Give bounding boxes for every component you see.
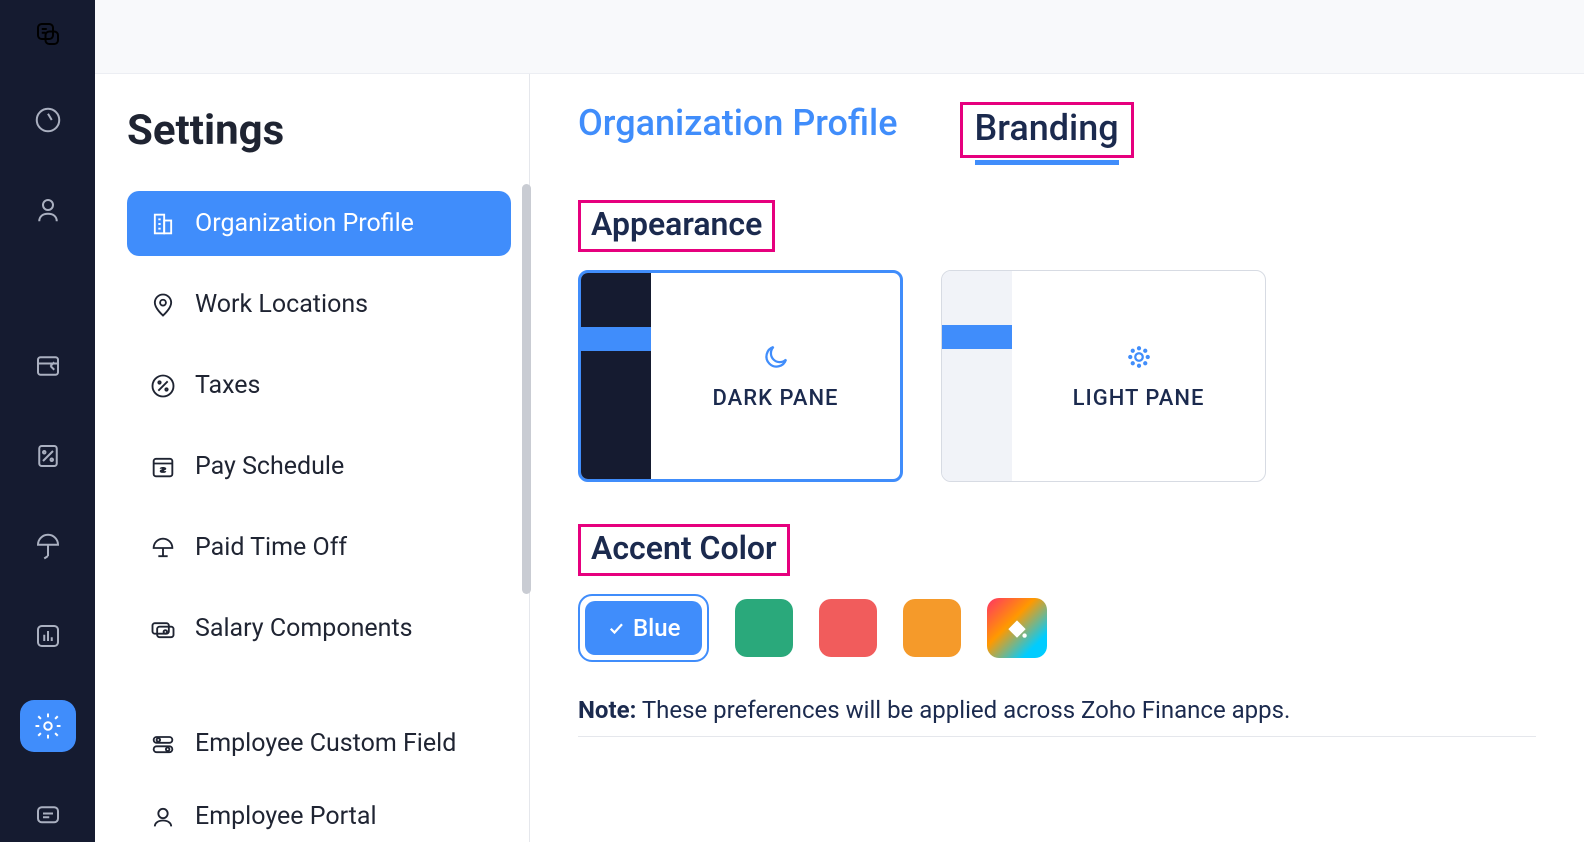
swatch-custom-color[interactable]: [987, 598, 1047, 658]
rail-payouts[interactable]: [20, 340, 76, 392]
sidebar-item-label: Taxes: [195, 371, 260, 400]
content: Settings Organization Profile Work Locat…: [95, 74, 1584, 842]
pane-dark-preview: [581, 273, 651, 479]
scrollbar[interactable]: [522, 184, 531, 594]
pane-light-label: LIGHT PANE: [1073, 386, 1205, 411]
accent-swatches: Blue: [578, 594, 1536, 662]
cash-icon: [149, 615, 177, 643]
divider: [578, 736, 1536, 737]
note-text: These preferences will be applied across…: [636, 696, 1290, 724]
note-prefix: Note:: [578, 696, 636, 724]
pane-light-option[interactable]: LIGHT PANE: [941, 270, 1266, 482]
left-rail: [0, 0, 95, 842]
rail-reports[interactable]: [20, 610, 76, 662]
pane-dark-label: DARK PANE: [713, 386, 839, 411]
sidebar-item-work-locations[interactable]: Work Locations: [127, 272, 511, 337]
highlight-branding: Branding: [960, 102, 1134, 158]
sidebar-item-taxes[interactable]: Taxes: [127, 353, 511, 418]
highlight-appearance: Appearance: [578, 200, 775, 252]
sidebar-item-employee-portal[interactable]: Employee Portal: [127, 784, 511, 849]
app-logo-icon[interactable]: [24, 12, 72, 57]
app-root: Settings Organization Profile Work Locat…: [0, 0, 1584, 842]
settings-title: Settings: [127, 106, 511, 155]
sidebar-item-pay-schedule[interactable]: Pay Schedule: [127, 434, 511, 499]
sidebar-item-salary-components[interactable]: Salary Components: [127, 596, 511, 661]
tabs: Organization Profile Branding: [578, 102, 1536, 160]
moon-icon: [761, 342, 791, 372]
tab-organization-profile[interactable]: Organization Profile: [578, 102, 898, 160]
preferences-note: Note: These preferences will be applied …: [578, 696, 1536, 724]
rail-taxes[interactable]: [20, 430, 76, 482]
highlight-accent-color: Accent Color: [578, 524, 790, 576]
sidebar-item-paid-time-off[interactable]: Paid Time Off: [127, 515, 511, 580]
percent-icon: [149, 372, 177, 400]
sidebar-item-organization-profile[interactable]: Organization Profile: [127, 191, 511, 256]
topbar: [95, 0, 1584, 74]
map-pin-icon: [149, 291, 177, 319]
swatch-blue[interactable]: Blue: [578, 594, 709, 662]
rail-dashboard[interactable]: [20, 95, 76, 147]
building-icon: [149, 210, 177, 238]
sidebar-item-label: Employee Custom Field: [195, 729, 456, 758]
rail-chat[interactable]: [20, 790, 76, 842]
sidebar-item-label: Employee Portal: [195, 802, 377, 831]
sidebar-item-label: Paid Time Off: [195, 533, 347, 562]
sidebar-item-label: Work Locations: [195, 290, 368, 319]
settings-sidebar: Settings Organization Profile Work Locat…: [95, 74, 530, 842]
sidebar-item-label: Salary Components: [195, 614, 413, 643]
swatch-green[interactable]: [735, 599, 793, 657]
sidebar-item-label: Organization Profile: [195, 209, 414, 238]
main-panel: Organization Profile Branding Appearance: [530, 74, 1584, 842]
section-accent-title: Accent Color: [591, 529, 777, 567]
swatch-blue-label: Blue: [633, 614, 680, 642]
right-col: Settings Organization Profile Work Locat…: [95, 0, 1584, 842]
section-appearance-title: Appearance: [591, 205, 762, 243]
paint-bucket-icon: [1004, 615, 1030, 641]
sidebar-item-label: Pay Schedule: [195, 452, 344, 481]
check-icon: [607, 619, 625, 637]
swatch-orange[interactable]: [903, 599, 961, 657]
sidebar-item-employee-custom-field[interactable]: Employee Custom Field: [127, 711, 511, 776]
calendar-dollar-icon: [149, 453, 177, 481]
portal-icon: [149, 803, 177, 831]
vacation-icon: [149, 534, 177, 562]
pane-light-preview: [942, 271, 1012, 481]
sun-icon: [1124, 342, 1154, 372]
pane-dark-option[interactable]: DARK PANE: [578, 270, 903, 482]
rail-settings[interactable]: [20, 700, 76, 752]
appearance-options: DARK PANE LIGHT PANE: [578, 270, 1536, 482]
swatch-red[interactable]: [819, 599, 877, 657]
rail-employees[interactable]: [20, 184, 76, 236]
tab-branding[interactable]: Branding: [975, 107, 1119, 165]
toggles-icon: [149, 730, 177, 758]
rail-benefits[interactable]: [20, 520, 76, 572]
